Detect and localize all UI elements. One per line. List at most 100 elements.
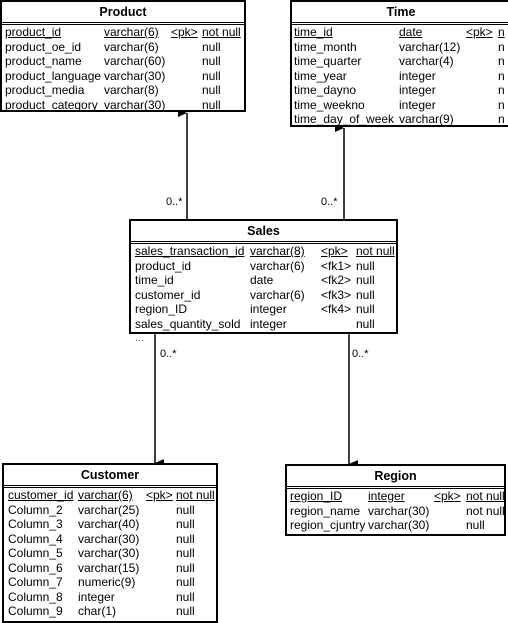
column-type: numeric(9): [78, 575, 136, 589]
cardinality-product: 0..*: [166, 196, 183, 208]
column-name: time_year: [294, 68, 347, 83]
column-type: varchar(30): [78, 546, 140, 560]
column-name: sales_transaction_id: [135, 244, 245, 258]
column-nullability: n: [498, 54, 505, 68]
column-nullability: n: [498, 25, 505, 39]
column-nullability: null: [202, 54, 221, 68]
column-name: time_quarter: [294, 54, 362, 68]
column-row: time_quarter varchar(4) n: [292, 54, 508, 69]
column-type: varchar(25): [78, 502, 140, 517]
column-nullability: n: [498, 97, 505, 112]
column-type: varchar(30): [104, 97, 166, 112]
column-key: <fk4>: [321, 302, 352, 316]
column-nullability: null: [202, 97, 221, 112]
column-row: Column_2 varchar(25) null: [4, 503, 216, 518]
column-name: region_cjuntry: [290, 518, 366, 532]
column-row: Column_8 integer null: [4, 590, 216, 605]
column-row: Column_3 varchar(40) null: [4, 517, 216, 532]
column-type: varchar(6): [104, 25, 159, 39]
column-name: sales_quantity_sold: [135, 316, 241, 331]
column-nullability: n: [498, 83, 505, 97]
column-key: <fk3>: [321, 287, 352, 302]
column-name: Column_3: [8, 517, 63, 531]
column-type: varchar(30): [78, 531, 140, 546]
entity-customer[interactable]: Customer customer_id varchar(6) <pk> not nul…: [2, 463, 218, 623]
column-type: varchar(6): [250, 258, 305, 273]
column-type: varchar(6): [78, 488, 133, 502]
column-key: <pk>: [434, 489, 461, 503]
column-row: product_id varchar(6) <pk> not null: [2, 25, 244, 40]
column-name: customer_id: [8, 488, 74, 502]
column-type: integer: [78, 589, 115, 604]
column-type: varchar(30): [368, 503, 430, 518]
entity-sales[interactable]: Sales sales_transaction_id varchar(8) <pk> n…: [129, 219, 398, 334]
entity-time[interactable]: Time time_id date <pk> n time_month varchar(12…: [290, 0, 508, 127]
column-key: <pk>: [171, 25, 198, 39]
column-nullability: null: [202, 83, 221, 97]
column-name: product_language: [5, 68, 102, 83]
column-name: product_media: [5, 83, 85, 97]
column-name: time_weekno: [294, 97, 365, 112]
column-nullability: not null: [466, 503, 505, 518]
column-name: Column_7: [8, 575, 63, 589]
column-row: time_id date <pk> n: [292, 25, 508, 40]
column-name: region_ID: [135, 302, 188, 316]
column-row: customer_id varchar(6) <fk3> null: [131, 288, 396, 303]
column-type: integer: [250, 316, 287, 331]
column-nullability: null: [356, 316, 375, 331]
entity-region[interactable]: Region region_ID integer <pk> not null region…: [285, 464, 506, 536]
column-type: char(1): [78, 604, 117, 618]
column-nullability: null: [176, 560, 195, 575]
column-type: varchar(9): [399, 112, 454, 126]
column-type: varchar(15): [78, 560, 140, 575]
column-nullability: n: [498, 112, 505, 126]
column-name: time_id: [294, 25, 333, 39]
column-name: Column_5: [8, 546, 63, 560]
column-row: sales_transaction_id varchar(8) <pk> not nu…: [131, 244, 396, 259]
column-row: region_name varchar(30) not null: [287, 504, 504, 519]
column-name: product_oe_id: [5, 39, 82, 54]
column-nullability: null: [356, 302, 375, 316]
column-row: Column_5 varchar(30) null: [4, 546, 216, 561]
column-row: time_day_of_week varchar(9) n: [292, 112, 508, 126]
column-nullability: null: [176, 502, 195, 517]
column-row: Column_9 char(1) null: [4, 604, 216, 619]
column-row: sales_quantity_sold integer null: [131, 317, 396, 332]
column-type: integer: [250, 302, 287, 316]
column-row: product_category varchar(30) null: [2, 97, 244, 112]
column-row: customer_id varchar(6) <pk> not null: [4, 488, 216, 503]
column-row: Column_6 varchar(15) null: [4, 561, 216, 576]
column-name: region_name: [290, 503, 361, 518]
column-row: product_language varchar(30) null: [2, 69, 244, 84]
column-type: integer: [368, 489, 405, 503]
column-type: integer: [399, 97, 436, 112]
column-nullability: not null: [466, 489, 505, 503]
cardinality-customer: 0..*: [160, 348, 177, 360]
entity-title: Sales: [131, 221, 396, 244]
column-row: time_year integer n: [292, 69, 508, 84]
column-type: varchar(6): [104, 39, 159, 54]
column-key: <pk>: [321, 244, 348, 258]
column-key: <pk>: [146, 488, 173, 502]
column-nullability: null: [176, 604, 195, 618]
column-name: time_dayno: [294, 83, 357, 97]
column-row: product_name varchar(60) null: [2, 54, 244, 69]
column-nullability: n: [498, 39, 505, 54]
column-name: time_id: [135, 273, 174, 287]
column-name: Column_9: [8, 604, 63, 618]
entity-product[interactable]: Product product_id varchar(6) <pk> not null p…: [0, 0, 246, 112]
column-key: <fk2>: [321, 273, 352, 287]
column-row: product_media varchar(8) null: [2, 83, 244, 98]
column-nullability: null: [176, 517, 195, 531]
column-nullability: null: [466, 518, 485, 532]
column-row: Column_4 varchar(30) null: [4, 532, 216, 547]
column-type: varchar(8): [104, 83, 159, 97]
column-name: region_ID: [290, 489, 343, 503]
column-row: region_ID integer <fk4> null: [131, 302, 396, 317]
column-row: region_ID integer <pk> not null: [287, 489, 504, 504]
column-name: product_name: [5, 54, 82, 68]
column-type: varchar(30): [368, 518, 430, 532]
column-type: integer: [399, 83, 436, 97]
cardinality-time: 0..*: [321, 196, 338, 208]
column-nullability: null: [202, 39, 221, 54]
